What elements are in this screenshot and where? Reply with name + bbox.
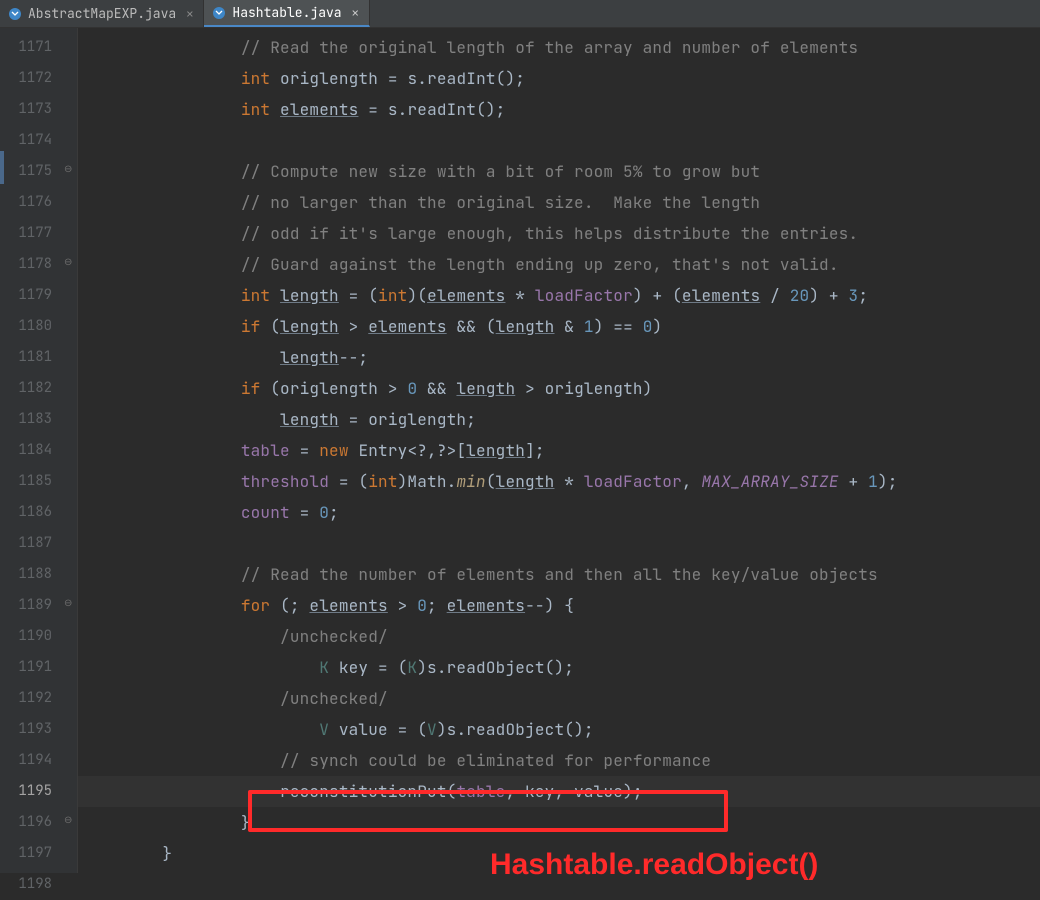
line-number: 1183 xyxy=(0,404,52,435)
code-line[interactable]: } xyxy=(78,807,1040,838)
code-line[interactable]: threshold = (int)Math.min(length * loadF… xyxy=(78,466,1040,497)
line-number: 1171 xyxy=(0,32,52,63)
line-number: 1195 xyxy=(0,776,52,807)
editor-tabs: AbstractMapEXP.java ✕ Hashtable.java ✕ xyxy=(0,0,1040,28)
line-number-gutter: 1171117211731174117511761177117811791180… xyxy=(0,28,62,873)
line-number: 1188 xyxy=(0,559,52,590)
code-line[interactable]: // Read the number of elements and then … xyxy=(78,559,1040,590)
line-number: 1174 xyxy=(0,125,52,156)
code-line[interactable]: int length = (int)(elements * loadFactor… xyxy=(78,280,1040,311)
code-line[interactable]: table = new Entry<?,?>[length]; xyxy=(78,435,1040,466)
code-line[interactable] xyxy=(78,528,1040,559)
java-file-icon xyxy=(8,7,22,21)
line-number: 1184 xyxy=(0,435,52,466)
line-number: 1193 xyxy=(0,714,52,745)
code-area[interactable]: // Read the original length of the array… xyxy=(78,28,1040,873)
tab-abstractmapexp[interactable]: AbstractMapEXP.java ✕ xyxy=(0,0,204,27)
line-number: 1187 xyxy=(0,528,52,559)
code-line[interactable] xyxy=(78,125,1040,156)
code-editor[interactable]: 1171117211731174117511761177117811791180… xyxy=(0,28,1040,873)
code-line[interactable]: // Read the original length of the array… xyxy=(78,32,1040,63)
code-line[interactable]: length = origlength; xyxy=(78,404,1040,435)
code-line[interactable]: } xyxy=(78,838,1040,869)
line-number: 1189 xyxy=(0,590,52,621)
line-number: 1186 xyxy=(0,497,52,528)
code-line[interactable]: int origlength = s.readInt(); xyxy=(78,63,1040,94)
line-number: 1198 xyxy=(0,869,52,900)
line-number: 1194 xyxy=(0,745,52,776)
tab-label: AbstractMapEXP.java xyxy=(28,5,176,22)
close-icon[interactable]: ✕ xyxy=(186,6,193,22)
line-number: 1175 xyxy=(0,156,52,187)
line-number: 1182 xyxy=(0,373,52,404)
code-line[interactable] xyxy=(78,869,1040,900)
code-line[interactable]: for (; elements > 0; elements--) { xyxy=(78,590,1040,621)
line-number: 1178 xyxy=(0,249,52,280)
code-line[interactable]: /unchecked/ xyxy=(78,683,1040,714)
fold-toggle-icon[interactable]: ⊖ xyxy=(64,598,75,609)
code-line[interactable]: // Guard against the length ending up ze… xyxy=(78,249,1040,280)
code-line[interactable]: // no larger than the original size. Mak… xyxy=(78,187,1040,218)
line-number: 1177 xyxy=(0,218,52,249)
line-number: 1192 xyxy=(0,683,52,714)
line-number: 1191 xyxy=(0,652,52,683)
close-icon[interactable]: ✕ xyxy=(352,5,359,21)
line-number: 1185 xyxy=(0,466,52,497)
tab-hashtable[interactable]: Hashtable.java ✕ xyxy=(204,0,369,27)
line-number: 1190 xyxy=(0,621,52,652)
tab-label: Hashtable.java xyxy=(232,4,341,21)
code-line[interactable]: /unchecked/ xyxy=(78,621,1040,652)
line-number: 1172 xyxy=(0,63,52,94)
code-line[interactable]: // odd if it's large enough, this helps … xyxy=(78,218,1040,249)
code-line[interactable]: // synch could be eliminated for perform… xyxy=(78,745,1040,776)
fold-gutter: ⊖ ⊖ ⊖ ⊖ xyxy=(62,28,78,873)
code-line[interactable]: // Compute new size with a bit of room 5… xyxy=(78,156,1040,187)
code-line[interactable]: reconstitutionPut(table, key, value); xyxy=(78,776,1040,807)
code-line[interactable]: K key = (K)s.readObject(); xyxy=(78,652,1040,683)
line-number: 1180 xyxy=(0,311,52,342)
code-line[interactable]: int elements = s.readInt(); xyxy=(78,94,1040,125)
line-number: 1179 xyxy=(0,280,52,311)
code-line[interactable]: V value = (V)s.readObject(); xyxy=(78,714,1040,745)
code-line[interactable]: if (length > elements && (length & 1) ==… xyxy=(78,311,1040,342)
fold-toggle-icon[interactable]: ⊖ xyxy=(64,257,75,268)
line-number: 1196 xyxy=(0,807,52,838)
java-file-icon xyxy=(212,6,226,20)
fold-toggle-icon[interactable]: ⊖ xyxy=(64,164,75,175)
line-number: 1197 xyxy=(0,838,52,869)
line-number: 1181 xyxy=(0,342,52,373)
code-line[interactable]: length--; xyxy=(78,342,1040,373)
line-number: 1176 xyxy=(0,187,52,218)
line-number: 1173 xyxy=(0,94,52,125)
code-line[interactable]: count = 0; xyxy=(78,497,1040,528)
caret-line-marker xyxy=(0,151,4,184)
code-line[interactable]: if (origlength > 0 && length > origlengt… xyxy=(78,373,1040,404)
fold-toggle-icon[interactable]: ⊖ xyxy=(64,815,75,826)
